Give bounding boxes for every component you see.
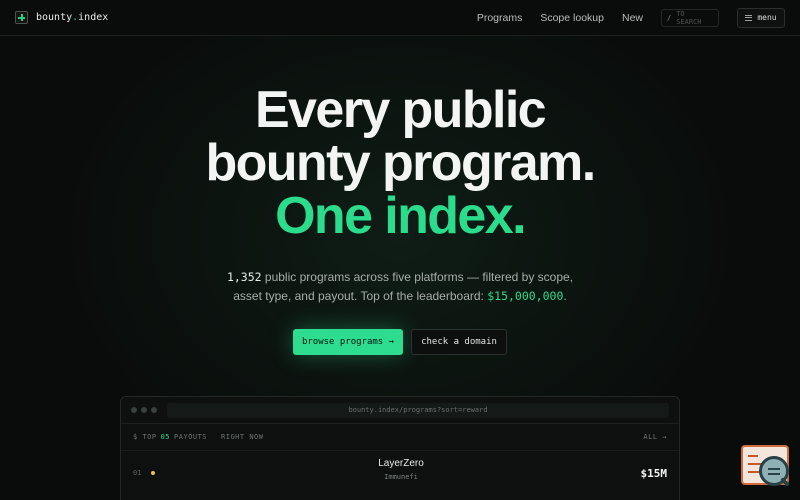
nav-links: Programs Scope lookup New / TO SEARCH me…	[459, 7, 785, 28]
terminal-prompt-icon	[748, 455, 758, 457]
hero-line-1: Every public	[254, 81, 547, 139]
search-shortcut[interactable]: / TO SEARCH	[661, 8, 719, 27]
url-bar: bounty.index/programs?sort=reward	[167, 402, 669, 418]
program-platform: Immunefi	[384, 473, 418, 481]
program-name: LayerZero	[378, 458, 424, 469]
check-domain-button[interactable]: check a domain	[411, 329, 507, 355]
hero-heading: Every public bounty program. One index.	[0, 84, 800, 243]
top-nav: bounty.index Programs Scope lookup New /…	[0, 0, 800, 36]
window-dot-icon	[141, 407, 147, 413]
brand-name: bounty.index	[36, 12, 109, 23]
slash-key: /	[667, 13, 672, 22]
table-row[interactable]: 01 LayerZero Immunefi $15M	[121, 451, 679, 495]
hamburger-icon	[745, 14, 753, 21]
browse-programs-button[interactable]: browse programs →	[293, 329, 403, 355]
menu-button[interactable]: menu	[737, 7, 785, 28]
nav-link-programs[interactable]: Programs	[477, 12, 523, 24]
hero-line-3: One index.	[275, 187, 526, 245]
leaderboard-preview: bounty.index/programs?sort=reward $ TOP …	[120, 396, 680, 500]
view-all-link[interactable]: ALL →	[643, 433, 667, 441]
hero-line-2: bounty program.	[205, 134, 596, 192]
leaderboard-header: $ TOP 05 PAYOUTS RIGHT NOW ALL →	[121, 424, 679, 451]
window-dot-icon	[151, 407, 157, 413]
nav-link-scope-lookup[interactable]: Scope lookup	[540, 12, 604, 24]
search-hint: TO SEARCH	[676, 9, 702, 26]
program-cell: LayerZero Immunefi	[121, 458, 681, 481]
hero-subtitle: 1,352 public programs across five platfo…	[226, 270, 574, 303]
cta-group: browse programs → check a domain	[0, 329, 800, 355]
brand[interactable]: bounty.index	[15, 11, 108, 24]
plus-logo-icon	[15, 11, 28, 24]
browser-bar: bounty.index/programs?sort=reward	[121, 397, 679, 424]
window-dot-icon	[131, 407, 137, 413]
nav-link-new[interactable]: New	[622, 12, 643, 24]
top-reward: $15,000,000	[487, 289, 564, 303]
program-reward: $15M	[640, 466, 668, 480]
program-count: 1,352	[226, 270, 262, 284]
menu-label: menu	[757, 13, 777, 22]
